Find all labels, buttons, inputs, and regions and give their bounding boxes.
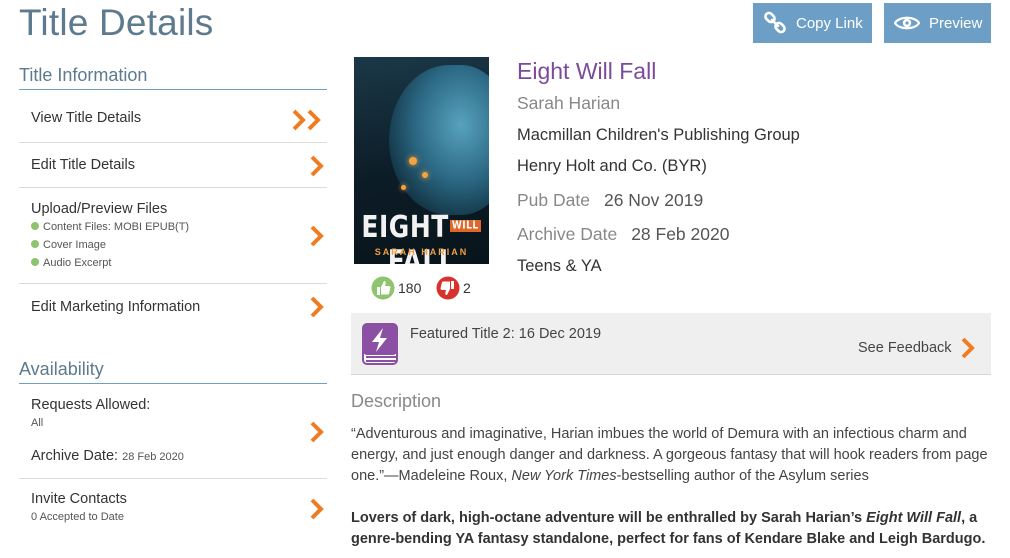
audio-excerpt-status: Audio Excerpt bbox=[31, 257, 111, 269]
description-blurb-text: Lovers of dark, high-octane adventure wi… bbox=[351, 510, 867, 526]
see-feedback-link[interactable]: See Feedback bbox=[858, 337, 976, 359]
audio-excerpt-label: Audio Excerpt bbox=[43, 257, 112, 269]
chevron-right-icon bbox=[961, 337, 975, 359]
archive-date-detail-value: 28 Feb 2020 bbox=[631, 224, 730, 244]
cover-art bbox=[389, 65, 489, 215]
content-files-label: Content Files: MOBI EPUB(T) bbox=[43, 221, 190, 233]
chevron-right-icon bbox=[310, 225, 324, 247]
featured-title-band: Featured Title 2: 16 Dec 2019 See Feedba… bbox=[351, 313, 991, 375]
status-dot-icon bbox=[31, 222, 39, 230]
chevron-right-icon bbox=[310, 296, 324, 318]
sidebar-item-edit-marketing[interactable]: Edit Marketing Information bbox=[19, 284, 327, 330]
dislikes[interactable]: 2 bbox=[436, 276, 471, 300]
content-files-status: Content Files: MOBI EPUB(T) bbox=[31, 221, 189, 233]
requests-allowed-label: Requests Allowed: bbox=[31, 397, 151, 413]
eye-icon bbox=[894, 16, 920, 30]
cover-image-label: Cover Image bbox=[43, 239, 106, 251]
pub-date-label: Pub Date bbox=[517, 190, 590, 210]
description-heading: Description bbox=[351, 391, 442, 411]
copy-link-button[interactable]: Copy Link bbox=[753, 3, 872, 43]
status-dot-icon bbox=[31, 240, 39, 248]
availability-heading: Availability bbox=[19, 359, 327, 384]
sidebar-item-invite-contacts[interactable]: Invite Contacts 0 Accepted to Date bbox=[19, 479, 327, 539]
double-chevron-icon bbox=[292, 109, 321, 131]
cover-art-glow bbox=[422, 172, 428, 178]
featured-book-icon bbox=[362, 323, 398, 365]
archive-date-value: 28 Feb 2020 bbox=[122, 451, 184, 463]
page-title: Title Details bbox=[19, 2, 214, 43]
cover-image-status: Cover Image bbox=[31, 239, 106, 251]
description-quote-text: -bestselling author of the Asylum series bbox=[616, 468, 869, 484]
invite-contacts-sub: 0 Accepted to Date bbox=[31, 511, 124, 523]
preview-button[interactable]: Preview bbox=[884, 3, 991, 43]
sidebar-item-view-title-details[interactable]: View Title Details bbox=[19, 96, 327, 143]
book-imprint: Henry Holt and Co. (BYR) bbox=[517, 157, 707, 175]
sidebar-item-label: Edit Marketing Information bbox=[31, 299, 201, 315]
title-information-heading: Title Information bbox=[19, 65, 327, 90]
sidebar-item-label: View Title Details bbox=[31, 110, 142, 126]
cover-title-will: WILL bbox=[449, 220, 481, 232]
description-quote-italic: New York Times bbox=[511, 468, 617, 484]
sidebar-item-upload-preview-files[interactable]: Upload/Preview Files Content Files: MOBI… bbox=[19, 188, 327, 284]
archive-date-detail-row: Archive Date 28 Feb 2020 bbox=[517, 224, 729, 245]
cover-author: SARAH HARIAN bbox=[374, 247, 469, 257]
archive-date-row: Archive Date: 28 Feb 2020 bbox=[31, 448, 184, 464]
likes-count: 180 bbox=[398, 280, 422, 296]
see-feedback-label: See Feedback bbox=[858, 340, 952, 356]
book-author: Sarah Harian bbox=[517, 93, 621, 113]
pub-date-row: Pub Date 26 Nov 2019 bbox=[517, 190, 703, 211]
sidebar-item-edit-title-details[interactable]: Edit Title Details bbox=[19, 143, 327, 188]
cover-title-word: EIGHT bbox=[361, 209, 449, 244]
invite-contacts-label: Invite Contacts bbox=[31, 491, 127, 507]
thumbs-up-icon bbox=[371, 276, 395, 300]
archive-date-label: Archive Date: bbox=[31, 448, 119, 464]
book-cover[interactable]: EIGHT WILLFALL SARAH HARIAN bbox=[354, 57, 489, 264]
cover-art-glow bbox=[401, 185, 406, 190]
cover-art-glow bbox=[409, 157, 417, 165]
description-blurb: Lovers of dark, high-octane adventure wi… bbox=[351, 508, 991, 550]
book-publisher: Macmillan Children's Publishing Group bbox=[517, 126, 800, 144]
copy-link-label: Copy Link bbox=[796, 14, 863, 32]
chevron-right-icon bbox=[310, 155, 324, 177]
link-icon bbox=[764, 11, 786, 34]
book-category: Teens & YA bbox=[517, 257, 602, 275]
likes[interactable]: 180 bbox=[371, 276, 421, 300]
sidebar-item-label: Upload/Preview Files bbox=[31, 201, 168, 217]
status-dot-icon bbox=[31, 258, 39, 266]
featured-title-text: Featured Title 2: 16 Dec 2019 bbox=[410, 326, 602, 342]
thumbs-down-icon bbox=[436, 276, 460, 300]
description-quote: “Adventurous and imaginative, Harian imb… bbox=[351, 424, 991, 487]
chevron-right-icon bbox=[310, 498, 324, 520]
sidebar-item-requests-allowed[interactable]: Requests Allowed: All Archive Date: 28 F… bbox=[19, 384, 327, 479]
requests-allowed-value: All bbox=[31, 417, 44, 429]
dislikes-count: 2 bbox=[463, 280, 471, 296]
chevron-right-icon bbox=[310, 421, 324, 443]
sidebar-item-label: Edit Title Details bbox=[31, 157, 135, 173]
book-title: Eight Will Fall bbox=[517, 58, 657, 84]
pub-date-value: 26 Nov 2019 bbox=[603, 190, 704, 210]
description-blurb-italic: Eight Will Fall bbox=[866, 510, 962, 526]
preview-label: Preview bbox=[929, 14, 983, 32]
archive-date-detail-label: Archive Date bbox=[517, 224, 618, 244]
